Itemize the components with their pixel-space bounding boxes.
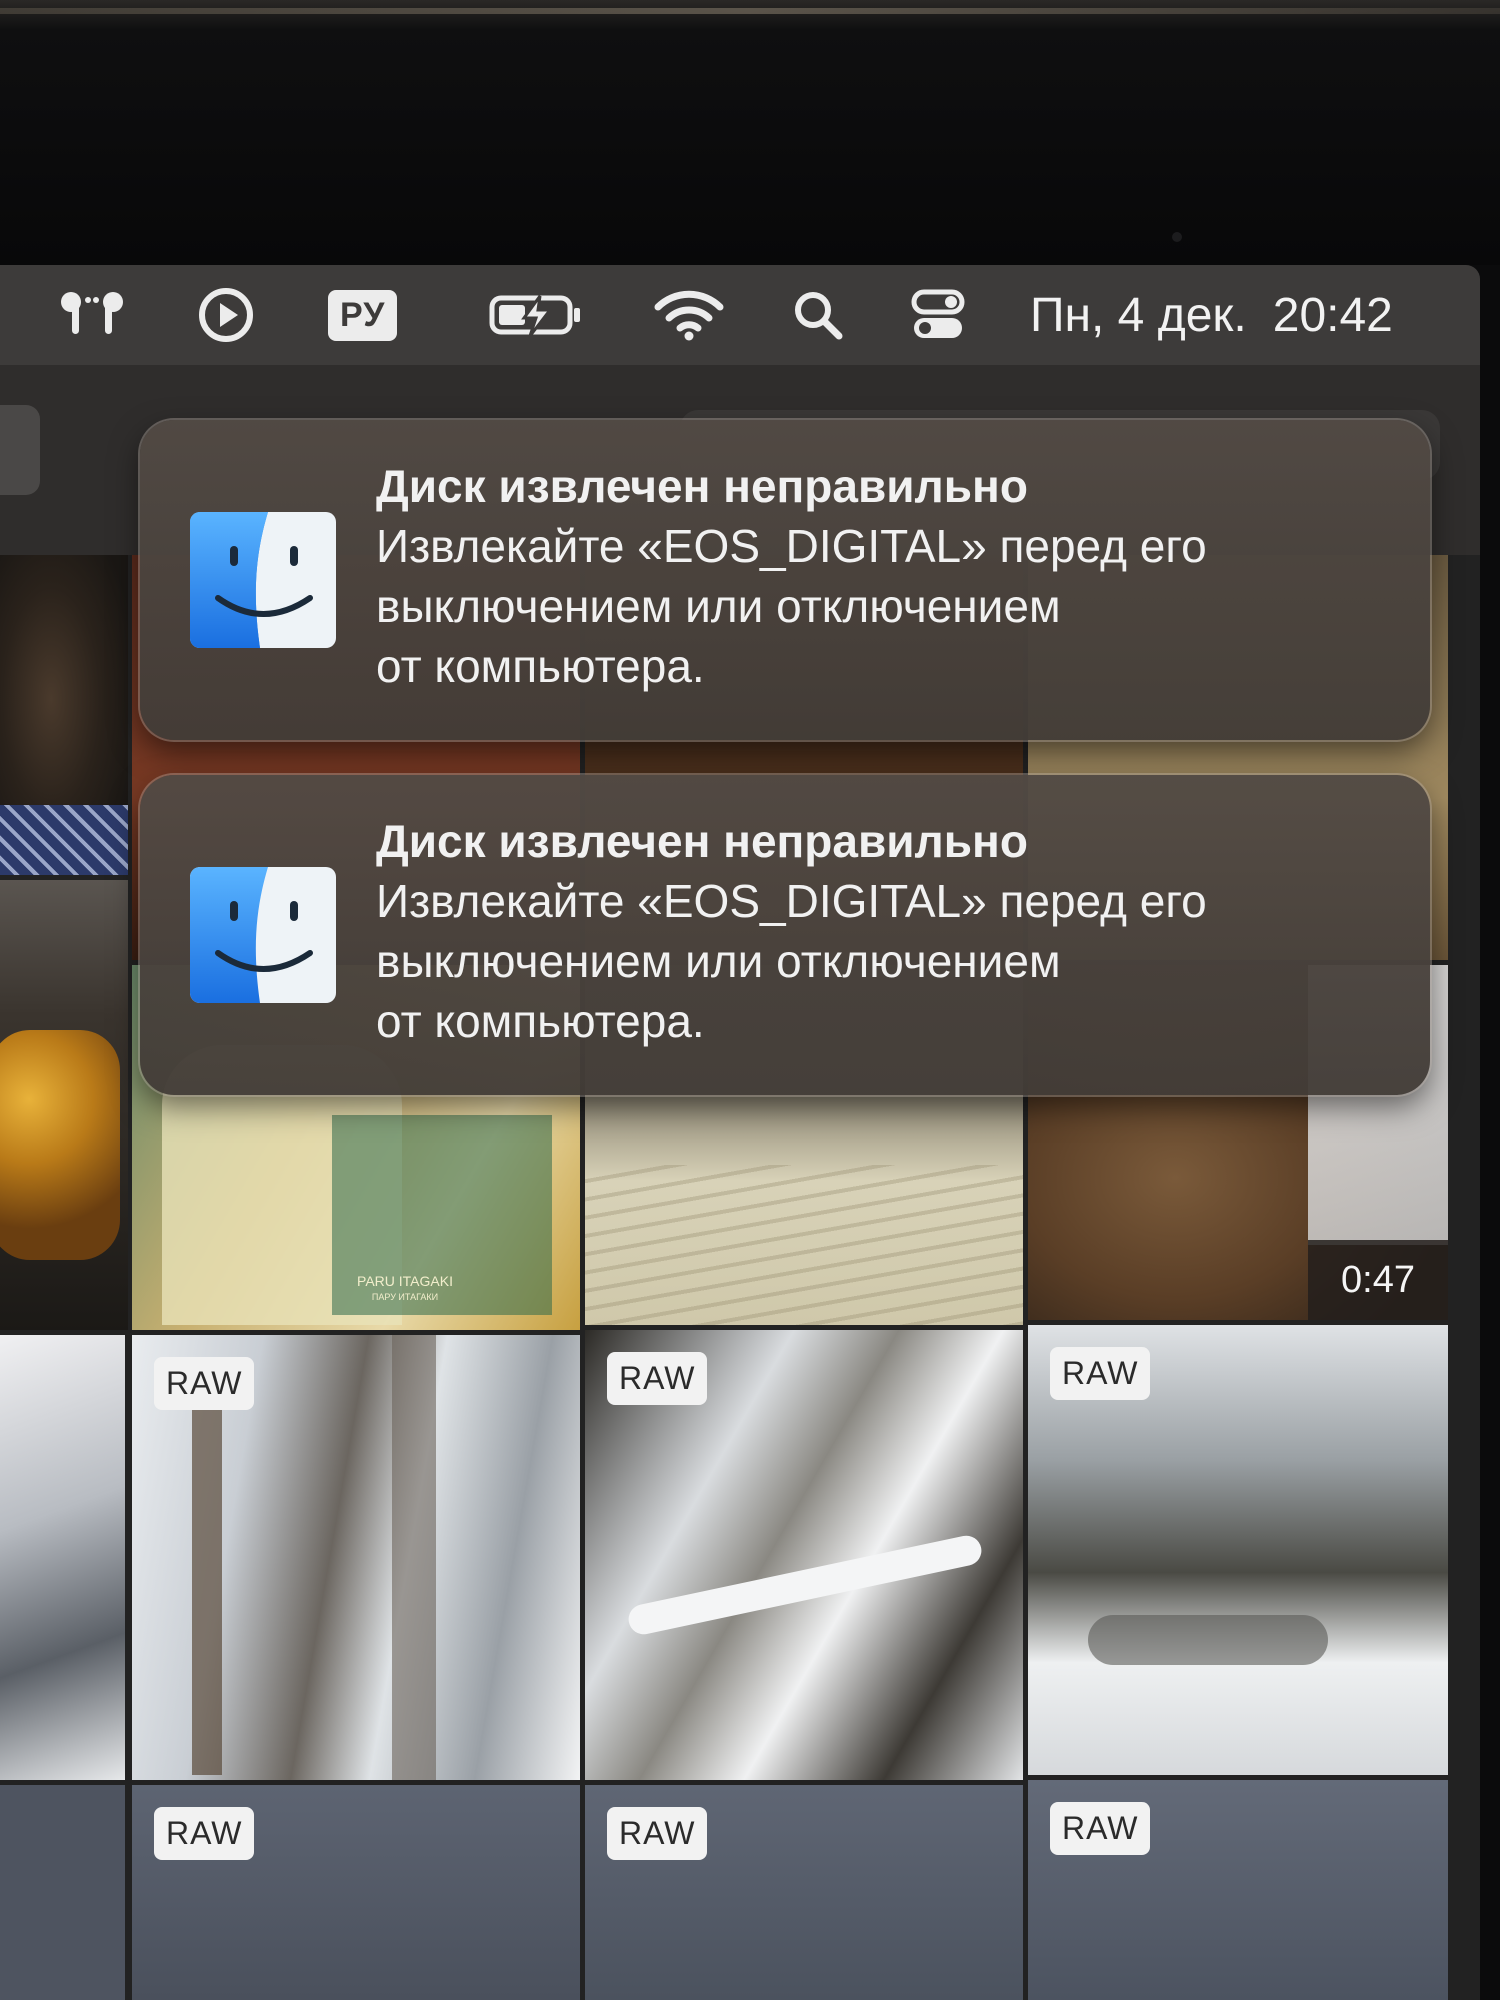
input-language-button[interactable]: РУ: [328, 283, 398, 347]
screen-bezel: [0, 0, 1500, 265]
raw-badge: RAW: [1050, 1802, 1151, 1855]
notification-disk-ejected[interactable]: Диск извлечен неправильно Извлекайте «EO…: [140, 775, 1430, 1095]
photo-thumbnail[interactable]: RAW: [585, 1330, 1023, 1780]
photo-thumbnail[interactable]: RAW: [1028, 1780, 1448, 2000]
video-duration: 0:47: [1308, 1240, 1448, 1320]
photo-thumbnail[interactable]: [0, 555, 128, 875]
notification-body-line: от компьютера.: [376, 640, 705, 692]
photo-thumbnail[interactable]: [0, 880, 128, 1330]
airpods-icon[interactable]: [52, 283, 132, 347]
finder-icon: [190, 867, 336, 1003]
photo-thumbnail[interactable]: [0, 1785, 125, 2000]
photo-thumbnail[interactable]: RAW: [585, 1785, 1023, 2000]
wifi-icon[interactable]: [652, 283, 726, 347]
photo-thumbnail[interactable]: RAW: [132, 1335, 580, 1780]
notification-body-line: от компьютера.: [376, 995, 705, 1047]
photo-thumbnail[interactable]: RAW: [1028, 1325, 1448, 1775]
notification-disk-ejected[interactable]: Диск извлечен неправильно Извлекайте «EO…: [140, 420, 1430, 740]
book-cover-author: PARU ITAGAKI ПАРУ ИТАГАКИ: [357, 1273, 453, 1302]
play-circle-icon[interactable]: [192, 283, 260, 347]
notification-title: Диск извлечен неправильно: [376, 460, 1028, 512]
notification-body-line: Извлекайте «EOS_DIGITAL» перед его: [376, 520, 1207, 572]
battery-charging-icon[interactable]: [486, 283, 586, 347]
notification-content: Диск извлечен неправильно Извлекайте «EO…: [376, 811, 1396, 1051]
notification-title: Диск извлечен неправильно: [376, 815, 1028, 867]
photo-thumbnail[interactable]: RAW: [132, 1785, 580, 2000]
notification-body-line: выключением или отключением: [376, 935, 1061, 987]
notification-content: Диск извлечен неправильно Извлекайте «EO…: [376, 456, 1396, 696]
notification-body-line: Извлекайте «EOS_DIGITAL» перед его: [376, 875, 1207, 927]
notification-body: Извлекайте «EOS_DIGITAL» перед его выклю…: [376, 871, 1396, 1051]
notification-body: Извлекайте «EOS_DIGITAL» перед его выклю…: [376, 516, 1396, 696]
photo-thumbnail[interactable]: [0, 1335, 125, 1780]
raw-badge: RAW: [1050, 1347, 1151, 1400]
raw-badge: RAW: [154, 1807, 255, 1860]
search-icon[interactable]: [788, 283, 848, 347]
raw-badge: RAW: [607, 1352, 708, 1405]
menu-bar: РУ Пн, 4 дек. 20:42: [0, 265, 1480, 365]
date-label: Пн, 4 дек.: [1030, 288, 1247, 342]
raw-badge: RAW: [607, 1807, 708, 1860]
menu-bar-clock[interactable]: Пн, 4 дек. 20:42: [1030, 283, 1393, 347]
finder-icon: [190, 512, 336, 648]
input-language-label: РУ: [328, 289, 398, 341]
control-center-icon[interactable]: [908, 283, 968, 347]
notification-body-line: выключением или отключением: [376, 580, 1061, 632]
toolbar-button[interactable]: [0, 405, 40, 495]
time-label: 20:42: [1272, 288, 1393, 342]
raw-badge: RAW: [154, 1357, 255, 1410]
laptop-lid-edge: [0, 8, 1500, 14]
camera-dot: [1172, 232, 1182, 242]
